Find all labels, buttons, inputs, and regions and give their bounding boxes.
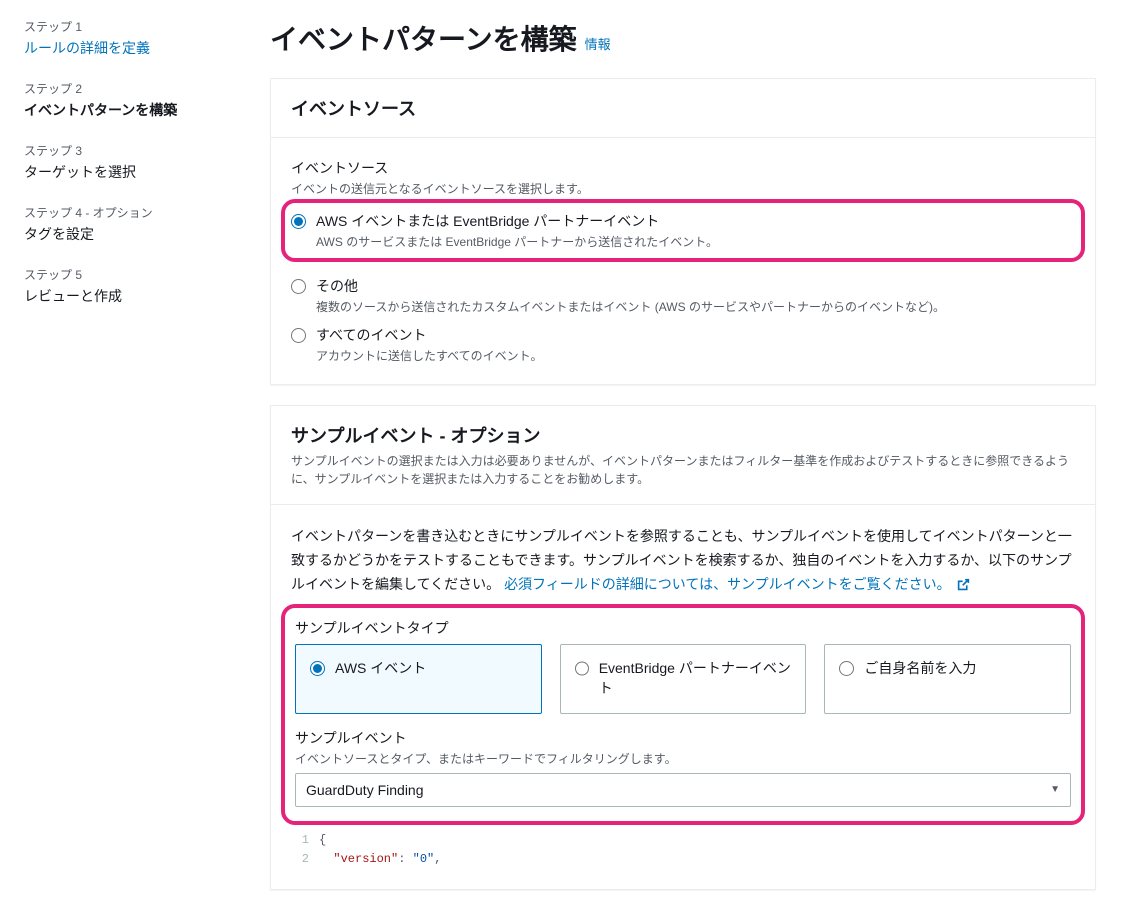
step-3[interactable]: ステップ 3 ターゲットを選択 (24, 142, 246, 182)
radio-input-aws-sample[interactable] (310, 661, 325, 676)
code-string: "0" (413, 852, 435, 866)
radio-aws-events[interactable]: AWS イベントまたは EventBridge パートナーイベント AWS のサ… (291, 211, 1071, 250)
sample-body-link[interactable]: 必須フィールドの詳細については、サンプルイベントをご覧ください。 (504, 576, 970, 592)
panel-heading-desc: サンプルイベントの選択または入力は必要ありませんが、イベントパターンまたはフィル… (291, 452, 1075, 488)
step-label: ステップ 5 (24, 266, 246, 283)
panel-header: イベントソース (271, 79, 1095, 138)
radio-label: その他 (316, 276, 945, 296)
step-label: ステップ 1 (24, 18, 246, 35)
sample-event-desc: イベントソースとタイプ、またはキーワードでフィルタリングします。 (295, 750, 1071, 767)
highlight-sample-type: サンプルイベントタイプ AWS イベント EventBridge パートナーイベ… (281, 604, 1085, 824)
tile-label: ご自身名前を入力 (864, 659, 976, 679)
sample-event-code: 1 { 2 "version": "0", (291, 831, 1075, 869)
event-source-panel: イベントソース イベントソース イベントの送信元となるイベントソースを選択します… (270, 78, 1096, 385)
step-2[interactable]: ステップ 2 イベントパターンを構築 (24, 80, 246, 120)
radio-input-all-events[interactable] (291, 328, 306, 343)
step-5[interactable]: ステップ 5 レビューと作成 (24, 266, 246, 306)
sample-body-text: イベントパターンを書き込むときにサンプルイベントを参照することも、サンプルイベン… (291, 525, 1075, 596)
line-number: 2 (291, 850, 309, 869)
external-link-icon (957, 578, 970, 591)
panel-heading: サンプルイベント - オプション (291, 422, 1075, 448)
select-value: GuardDuty Finding (306, 782, 424, 798)
highlight-aws-events: AWS イベントまたは EventBridge パートナーイベント AWS のサ… (281, 199, 1085, 262)
step-4[interactable]: ステップ 4 - オプション タグを設定 (24, 204, 246, 244)
radio-label: AWS イベントまたは EventBridge パートナーイベント (316, 211, 718, 231)
panel-header: サンプルイベント - オプション サンプルイベントの選択または入力は必要ありませ… (271, 406, 1095, 505)
step-sidebar: ステップ 1 ルールの詳細を定義 ステップ 2 イベントパターンを構築 ステップ… (0, 0, 270, 910)
step-title[interactable]: ルールの詳細を定義 (24, 38, 246, 58)
step-title: タグを設定 (24, 224, 246, 244)
page-title: イベントパターンを構築 (270, 18, 577, 58)
radio-input-partner-sample[interactable] (575, 661, 589, 676)
info-link[interactable]: 情報 (585, 34, 611, 53)
radio-other[interactable]: その他 複数のソースから送信されたカスタムイベントまたはイベント (AWS のサ… (291, 276, 1075, 315)
tile-label: EventBridge パートナーイベント (599, 659, 792, 698)
tile-label: AWS イベント (335, 659, 426, 679)
radio-input-aws-events[interactable] (291, 214, 306, 229)
field-label: イベントソース (291, 158, 1075, 178)
sample-event-select[interactable]: GuardDuty Finding ▼ (295, 773, 1071, 807)
sample-body-link-text: 必須フィールドの詳細については、サンプルイベントをご覧ください。 (504, 576, 951, 592)
step-1[interactable]: ステップ 1 ルールの詳細を定義 (24, 18, 246, 58)
page-title-row: イベントパターンを構築 情報 (270, 18, 1096, 58)
sample-event-label: サンプルイベント (295, 728, 1071, 748)
step-title: レビューと作成 (24, 286, 246, 306)
panel-body: イベントパターンを書き込むときにサンプルイベントを参照することも、サンプルイベン… (271, 505, 1095, 889)
step-label: ステップ 4 - オプション (24, 204, 246, 221)
radio-input-other[interactable] (291, 279, 306, 294)
line-number: 1 (291, 831, 309, 850)
chevron-down-icon: ▼ (1050, 784, 1060, 795)
step-label: ステップ 2 (24, 80, 246, 97)
tile-aws-events[interactable]: AWS イベント (295, 644, 542, 713)
panel-body: イベントソース イベントの送信元となるイベントソースを選択します。 AWS イベ… (271, 138, 1095, 384)
tile-own-name[interactable]: ご自身名前を入力 (824, 644, 1071, 713)
radio-desc: アカウントに送信したすべてのイベント。 (316, 347, 542, 364)
radio-all-events[interactable]: すべてのイベント アカウントに送信したすべてのイベント。 (291, 325, 1075, 364)
step-title: ターゲットを選択 (24, 162, 246, 182)
radio-input-own-sample[interactable] (839, 661, 854, 676)
code-text: : (398, 852, 412, 866)
event-source-radio-group: AWS イベントまたは EventBridge パートナーイベント AWS のサ… (291, 207, 1075, 364)
radio-desc: 複数のソースから送信されたカスタムイベントまたはイベント (AWS のサービスや… (316, 298, 945, 315)
sample-event-panel: サンプルイベント - オプション サンプルイベントの選択または入力は必要ありませ… (270, 405, 1096, 890)
step-label: ステップ 3 (24, 142, 246, 159)
step-title: イベントパターンを構築 (24, 100, 246, 120)
code-text: { (319, 833, 326, 847)
field-desc: イベントの送信元となるイベントソースを選択します。 (291, 180, 1075, 197)
panel-heading: イベントソース (291, 95, 1075, 121)
code-key: "version" (319, 852, 398, 866)
sample-type-tiles: AWS イベント EventBridge パートナーイベント ご自身名前を入力 (295, 644, 1071, 713)
main-content: イベントパターンを構築 情報 イベントソース イベントソース イベントの送信元と… (270, 0, 1120, 910)
code-text: , (434, 852, 441, 866)
radio-desc: AWS のサービスまたは EventBridge パートナーから送信されたイベン… (316, 233, 718, 250)
sample-type-label: サンプルイベントタイプ (295, 618, 1071, 638)
radio-label: すべてのイベント (316, 325, 542, 345)
tile-partner-events[interactable]: EventBridge パートナーイベント (560, 644, 807, 713)
